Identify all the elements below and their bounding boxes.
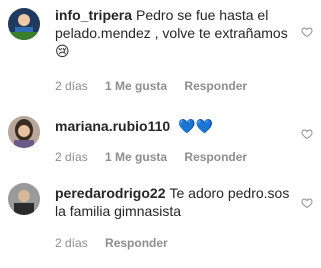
heart-outline-icon[interactable] xyxy=(301,26,313,38)
comment-body: mariana.rubio110 💙💙 xyxy=(55,117,295,136)
comment-meta: 2 días Responder xyxy=(55,236,182,250)
blue-heart-icon: 💙💙 xyxy=(178,119,213,135)
comment-username[interactable]: info_tripera xyxy=(55,7,132,23)
avatar-image xyxy=(8,183,40,215)
heart-outline-icon[interactable] xyxy=(301,128,313,140)
reply-button[interactable]: Responder xyxy=(184,150,247,164)
likes-count-button[interactable]: 1 Me gusta xyxy=(105,79,167,93)
comment-item: info_tripera Pedro se fue hasta el pelado… xyxy=(0,0,321,100)
avatar[interactable] xyxy=(8,8,40,40)
likes-count-button[interactable]: 1 Me gusta xyxy=(105,150,167,164)
heart-outline-icon[interactable] xyxy=(301,197,313,209)
avatar[interactable] xyxy=(8,183,40,215)
comment-meta: 2 días 1 Me gusta Responder xyxy=(55,79,261,93)
comment-body: peredarodrigo22 Te adoro pedro.sos la fam… xyxy=(55,184,295,220)
avatar-image xyxy=(8,8,40,40)
comment-time: 2 días xyxy=(55,150,88,164)
comment-username[interactable]: mariana.rubio110 xyxy=(55,118,170,134)
comment-time: 2 días xyxy=(55,79,88,93)
comment-meta: 2 días 1 Me gusta Responder xyxy=(55,150,261,164)
reply-button[interactable]: Responder xyxy=(105,236,168,250)
avatar[interactable] xyxy=(8,116,40,148)
reply-button[interactable]: Responder xyxy=(184,79,247,93)
comment-time: 2 días xyxy=(55,236,88,250)
crying-face-icon: 😢 xyxy=(55,44,70,60)
comment-item: peredarodrigo22 Te adoro pedro.sos la fam… xyxy=(0,180,321,260)
comment-body: info_tripera Pedro se fue hasta el pelado… xyxy=(55,6,295,61)
avatar-image xyxy=(8,116,40,148)
comments-list: info_tripera Pedro se fue hasta el pelado… xyxy=(0,0,321,268)
comment-item: mariana.rubio110 💙💙 2 días 1 Me gusta Re… xyxy=(0,108,321,168)
comment-username[interactable]: peredarodrigo22 xyxy=(55,185,165,201)
